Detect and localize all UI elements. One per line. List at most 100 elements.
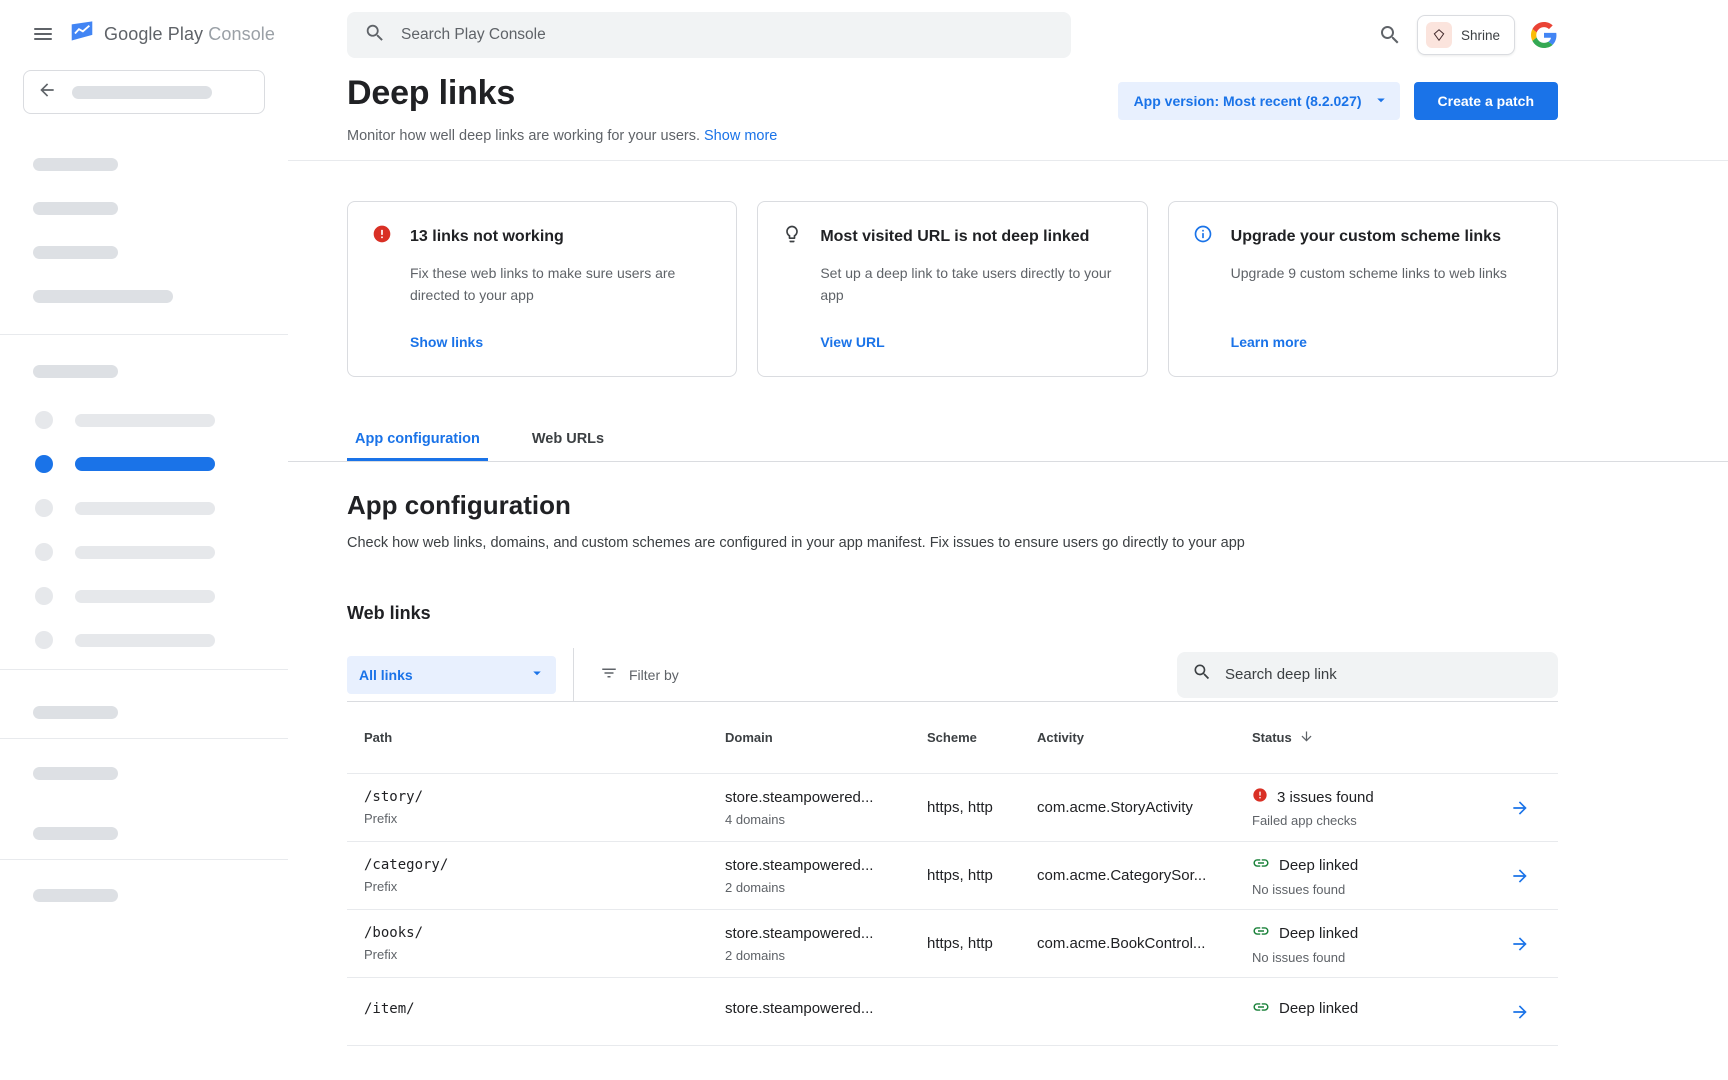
cell-path: /category/ Prefix <box>347 857 725 894</box>
sidebar-nav-skeleton <box>0 398 288 662</box>
card-most-visited-url: Most visited URL is not deep linked Set … <box>757 201 1147 377</box>
section-title: App configuration <box>347 490 1558 521</box>
link-icon <box>1252 922 1270 944</box>
card-upgrade-schemes: Upgrade your custom scheme links Upgrade… <box>1168 201 1558 377</box>
global-search-input[interactable] <box>401 26 1054 44</box>
menu-icon[interactable] <box>25 16 61 52</box>
col-scheme: Scheme <box>927 730 1037 745</box>
page-title: Deep links <box>347 74 777 113</box>
table-toolbar: All links Filter by <box>347 648 1558 702</box>
toolbar-divider <box>573 648 574 701</box>
filter-by-button[interactable]: Filter by <box>600 664 679 685</box>
cell-activity: com.acme.CategorySor... <box>1037 867 1252 884</box>
play-console-logo-icon <box>69 19 95 50</box>
global-search[interactable] <box>347 12 1071 58</box>
cell-domain: store.steampowered... 2 domains <box>725 857 927 895</box>
sidebar-skeleton-group <box>0 158 288 303</box>
cell-status: 3 issues found Failed app checks <box>1252 787 1510 828</box>
deep-link-search[interactable] <box>1177 652 1558 698</box>
card-body: Set up a deep link to take users directl… <box>820 263 1122 306</box>
sidebar-nav-item[interactable] <box>0 618 288 662</box>
table-row[interactable]: /category/ Prefix store.steampowered... … <box>347 842 1558 910</box>
google-logo-icon <box>1531 22 1557 48</box>
sidebar-skeleton-bar <box>0 706 288 719</box>
card-body: Upgrade 9 custom scheme links to web lin… <box>1231 263 1533 285</box>
table-row[interactable]: /books/ Prefix store.steampowered... 2 d… <box>347 910 1558 978</box>
cell-status: Deep linked No issues found <box>1252 922 1510 965</box>
insight-cards: 13 links not working Fix these web links… <box>288 161 1728 377</box>
sidebar-skeleton-bar <box>0 767 288 780</box>
cell-status: Deep linked <box>1252 998 1510 1026</box>
card-links-not-working: 13 links not working Fix these web links… <box>347 201 737 377</box>
sidebar-nav-item[interactable] <box>0 530 288 574</box>
show-links-link[interactable]: Show links <box>410 334 712 350</box>
col-domain: Domain <box>725 730 927 745</box>
cell-status: Deep linked No issues found <box>1252 854 1510 897</box>
col-status-sort[interactable]: Status <box>1252 729 1510 747</box>
sidebar-nav-item[interactable] <box>0 574 288 618</box>
google-play-console-logo[interactable]: Google Play Console <box>69 19 275 50</box>
info-icon <box>1193 224 1213 249</box>
table-header: Path Domain Scheme Activity Status <box>347 702 1558 774</box>
sidebar-nav-item-active[interactable] <box>0 442 288 486</box>
back-button[interactable] <box>23 70 265 114</box>
tab-app-configuration[interactable]: App configuration <box>347 417 488 461</box>
sidebar-nav-item[interactable] <box>0 486 288 530</box>
table-row[interactable]: /item/ store.steampowered... <box>347 978 1558 1046</box>
arrow-forward-icon[interactable] <box>1510 934 1558 954</box>
search-icon <box>364 22 386 49</box>
app-version-dropdown[interactable]: App version: Most recent (8.2.027) <box>1118 82 1400 120</box>
cell-path: /item/ <box>347 1001 725 1023</box>
google-account-avatar[interactable] <box>1530 21 1558 49</box>
cell-domain: store.steampowered... <box>725 1000 927 1023</box>
topbar: Shrine <box>288 0 1728 58</box>
cell-scheme: https, http <box>927 867 1037 884</box>
search-icon[interactable] <box>1378 23 1402 47</box>
caret-down-icon <box>528 664 546 685</box>
col-activity: Activity <box>1037 730 1252 745</box>
app-configuration-section: App configuration Check how web links, d… <box>288 462 1728 551</box>
card-title: Most visited URL is not deep linked <box>820 228 1089 246</box>
cell-path: /books/ Prefix <box>347 925 725 962</box>
show-more-link[interactable]: Show more <box>704 128 777 144</box>
sidebar-skeleton-bar <box>0 365 288 378</box>
logo-text: Google Play Console <box>104 24 275 45</box>
cell-path: /story/ Prefix <box>347 789 725 826</box>
sidebar-skeleton-bar <box>0 827 288 840</box>
main-content: Shrine Deep links Monitor how well deep … <box>288 0 1728 1080</box>
sidebar-header: Google Play Console <box>0 0 288 68</box>
learn-more-link[interactable]: Learn more <box>1231 334 1533 350</box>
search-icon <box>1192 662 1212 687</box>
tab-web-urls[interactable]: Web URLs <box>524 417 612 461</box>
create-patch-button[interactable]: Create a patch <box>1414 82 1558 120</box>
web-links-title: Web links <box>347 603 1558 624</box>
cell-domain: store.steampowered... 2 domains <box>725 925 927 963</box>
sort-descending-icon <box>1299 729 1314 747</box>
app-switcher-chip[interactable]: Shrine <box>1417 15 1515 55</box>
arrow-forward-icon[interactable] <box>1510 798 1558 818</box>
play-console-app: Google Play Console <box>0 0 1728 1080</box>
sidebar: Google Play Console <box>0 0 288 1080</box>
deep-link-search-input[interactable] <box>1225 666 1543 683</box>
section-description: Check how web links, domains, and custom… <box>347 535 1558 551</box>
web-links-table-area: All links Filter by <box>347 648 1558 1046</box>
arrow-forward-icon[interactable] <box>1510 866 1558 886</box>
sidebar-nav-item[interactable] <box>0 398 288 442</box>
sidebar-skeleton-bar <box>0 889 288 902</box>
app-name-placeholder <box>72 86 212 99</box>
error-icon <box>1252 787 1268 807</box>
back-arrow-icon <box>37 80 57 105</box>
col-path: Path <box>347 730 725 745</box>
cell-scheme: https, http <box>927 799 1037 816</box>
links-filter-dropdown[interactable]: All links <box>347 656 556 694</box>
app-chip-label: Shrine <box>1461 28 1500 43</box>
cell-scheme: https, http <box>927 935 1037 952</box>
lightbulb-icon <box>782 224 802 249</box>
page-header: Deep links Monitor how well deep links a… <box>288 58 1728 144</box>
link-icon <box>1252 854 1270 876</box>
cell-domain: store.steampowered... 4 domains <box>725 789 927 827</box>
topbar-right: Shrine <box>1378 15 1558 55</box>
table-row[interactable]: /story/ Prefix store.steampowered... 4 d… <box>347 774 1558 842</box>
view-url-link[interactable]: View URL <box>820 334 1122 350</box>
arrow-forward-icon[interactable] <box>1510 1002 1558 1022</box>
